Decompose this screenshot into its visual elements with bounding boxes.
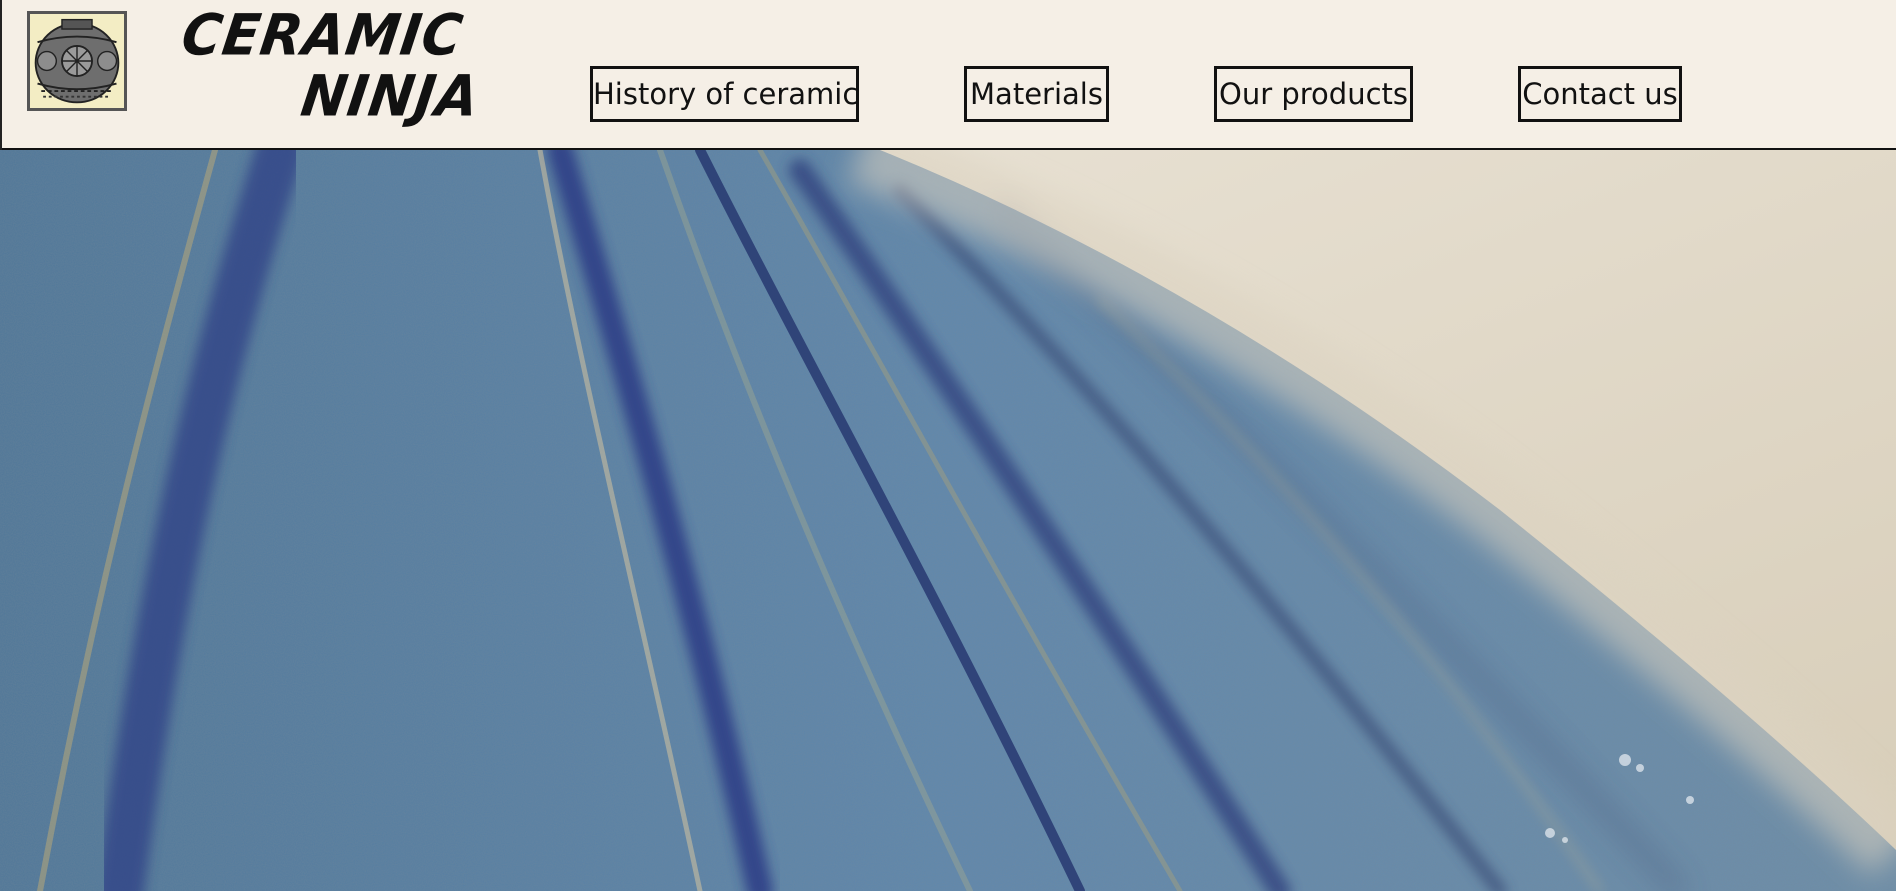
nav-products-button[interactable]: Our products (1214, 66, 1413, 122)
nav-history-button[interactable]: History of ceramic (590, 66, 859, 122)
site-header: CERAMIC NINJA History of ceramic Materia… (0, 0, 1896, 150)
ceramic-vase-icon[interactable] (27, 11, 127, 111)
brand-line-2: NINJA (297, 62, 484, 129)
brand-logotype[interactable]: CERAMIC NINJA (169, 1, 491, 129)
nav-materials-button[interactable]: Materials (964, 66, 1109, 122)
hero-image (0, 150, 1896, 891)
nav-contact-button[interactable]: Contact us (1518, 66, 1682, 122)
brand-line-1: CERAMIC (177, 1, 468, 69)
blue-ceramic-photo (0, 150, 1896, 891)
